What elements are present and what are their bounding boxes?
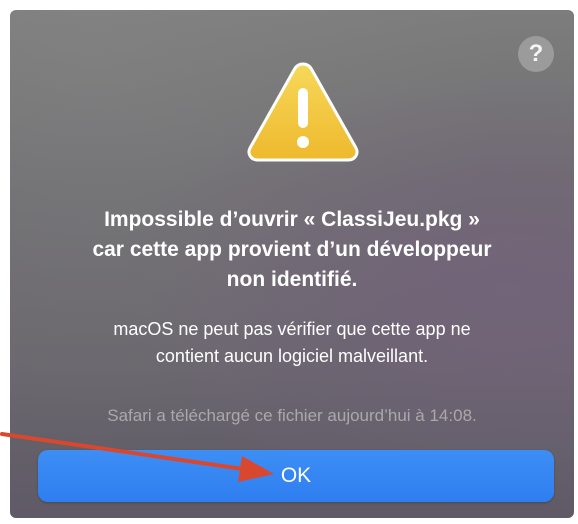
help-button[interactable]: ? [518,36,554,72]
dialog-title-line: non identifié. [226,268,358,291]
security-alert-dialog: ? Impossible d’ouvrir « ClassiJeu.pkg » … [10,10,574,518]
dialog-message-line: macOS ne peut pas vérifier que cette app… [113,319,471,339]
dialog-message: macOS ne peut pas vérifier que cette app… [50,316,534,370]
download-source-note: Safari a téléchargé ce fichier aujourd’h… [107,406,477,425]
warning-triangle-icon [247,62,359,162]
ok-button[interactable]: OK [38,450,554,502]
dialog-title: Impossible d’ouvrir « ClassiJeu.pkg » ca… [40,205,544,295]
dialog-title-line: car cette app provient d’un développeur [92,238,492,261]
dialog-message-line: contient aucun logiciel malveillant. [155,346,429,366]
dialog-title-line: Impossible d’ouvrir « ClassiJeu.pkg » [104,208,480,231]
help-icon: ? [528,40,544,67]
screenshot-frame: ? Impossible d’ouvrir « ClassiJeu.pkg » … [0,0,578,524]
ok-button-label: OK [280,464,312,487]
